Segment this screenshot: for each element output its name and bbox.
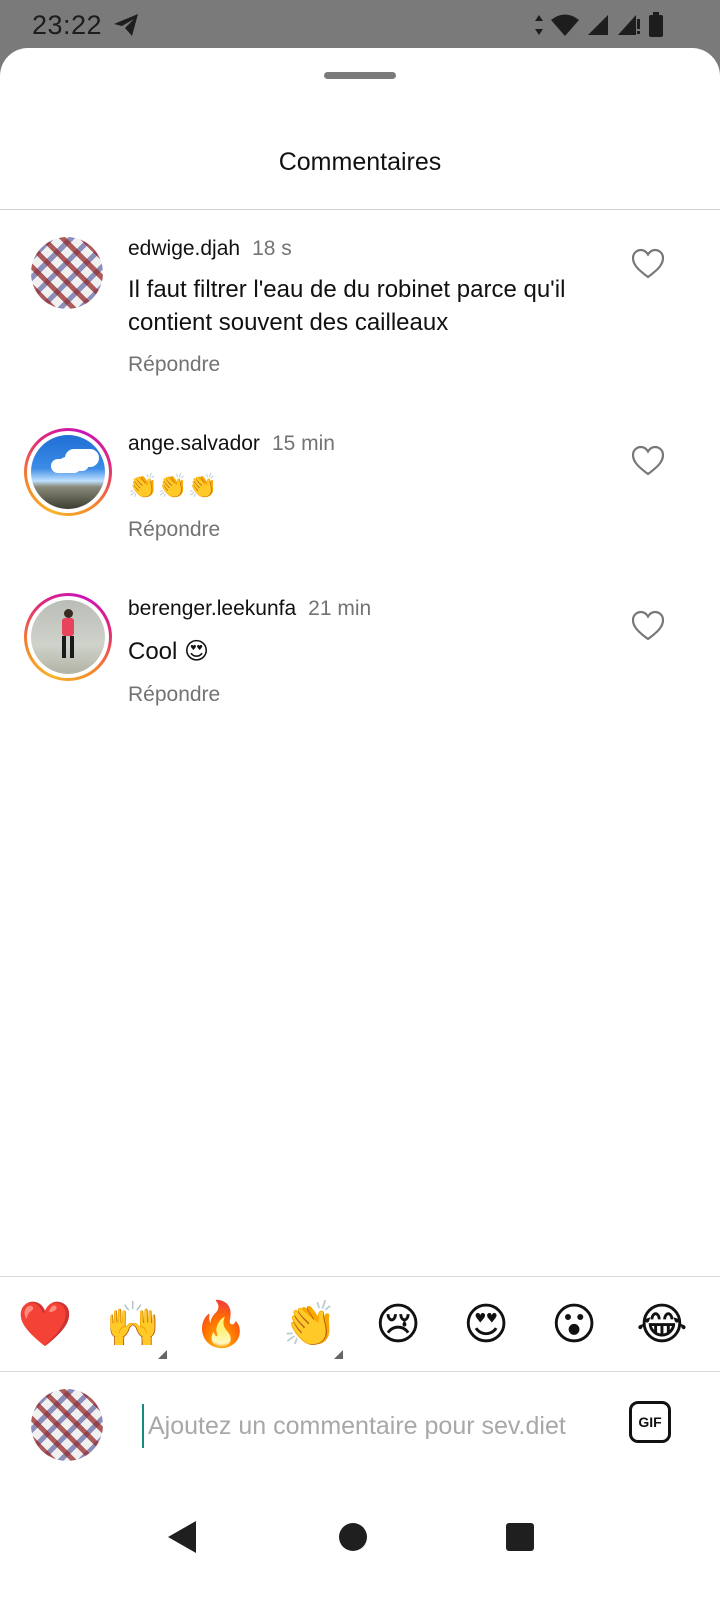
comment-timestamp: 15 min bbox=[271, 432, 335, 455]
reaction-heart[interactable]: ❤️ bbox=[17, 1297, 73, 1353]
avatar[interactable] bbox=[24, 593, 112, 681]
comment-input[interactable] bbox=[142, 1404, 608, 1448]
reply-button[interactable]: Répondre bbox=[128, 353, 220, 377]
comment-timestamp: 21 min bbox=[308, 597, 372, 620]
avatar[interactable] bbox=[24, 428, 112, 516]
comment-text: Cool 😍 bbox=[128, 638, 210, 665]
reaction-crying[interactable]: 😢 bbox=[370, 1297, 426, 1353]
status-bar: 23:22 bbox=[0, 0, 720, 50]
reaction-laughing[interactable]: 😂 bbox=[634, 1297, 690, 1353]
reaction-surprised[interactable]: 😮 bbox=[546, 1297, 602, 1353]
reply-button[interactable]: Répondre bbox=[128, 518, 220, 542]
data-arrows-icon bbox=[534, 14, 544, 41]
comment-username[interactable]: edwige.djah bbox=[128, 237, 240, 260]
status-time: 23:22 bbox=[32, 10, 103, 40]
comment-username[interactable]: ange.salvador bbox=[128, 432, 260, 455]
navigation-bar bbox=[0, 1478, 720, 1600]
skin-tone-indicator bbox=[158, 1350, 167, 1359]
home-icon[interactable] bbox=[339, 1523, 367, 1551]
comment-header: berenger.leekunfa 21 min bbox=[128, 597, 371, 621]
wifi-icon bbox=[550, 13, 580, 42]
reaction-raising-hands[interactable]: 🙌 bbox=[105, 1297, 161, 1353]
reaction-bar: ❤️ 🙌 🔥 👏 😢 😍 😮 😂 bbox=[0, 1277, 720, 1371]
comment-header: ange.salvador 15 min bbox=[128, 432, 335, 456]
comments-sheet: Commentaires edwige.djah 18 s Il faut fil… bbox=[0, 48, 720, 1600]
avatar-image bbox=[31, 237, 103, 309]
comment-item: berenger.leekunfa 21 min Cool 😍 Répondre bbox=[0, 593, 720, 733]
battery-icon bbox=[648, 12, 664, 43]
header-divider bbox=[0, 209, 720, 210]
drag-handle[interactable] bbox=[324, 72, 396, 79]
reaction-fire[interactable]: 🔥 bbox=[193, 1297, 249, 1353]
back-icon[interactable] bbox=[168, 1521, 196, 1553]
comment-username[interactable]: berenger.leekunfa bbox=[128, 597, 296, 620]
comment-text: 👏👏👏 bbox=[128, 472, 218, 500]
avatar-image bbox=[31, 435, 105, 509]
composer-avatar bbox=[31, 1389, 103, 1461]
heart-icon[interactable] bbox=[631, 445, 665, 477]
comment-timestamp: 18 s bbox=[252, 237, 292, 260]
telegram-icon bbox=[112, 12, 140, 43]
status-icons bbox=[534, 12, 664, 43]
comment-text: Il faut filtrer l'eau de du robinet parc… bbox=[128, 276, 566, 336]
signal-alert-icon bbox=[616, 13, 642, 42]
reaction-clapping[interactable]: 👏 bbox=[282, 1297, 338, 1353]
input-divider bbox=[0, 1371, 720, 1372]
comment-item: edwige.djah 18 s Il faut filtrer l'eau de… bbox=[0, 233, 720, 393]
sheet-title: Commentaires bbox=[278, 148, 442, 176]
avatar-image bbox=[31, 600, 105, 674]
heart-icon[interactable] bbox=[631, 248, 665, 280]
reaction-heart-eyes[interactable]: 😍 bbox=[458, 1297, 514, 1353]
signal-icon bbox=[586, 13, 610, 42]
heart-icon[interactable] bbox=[631, 610, 665, 642]
comment-header: edwige.djah 18 s bbox=[128, 237, 292, 261]
avatar[interactable] bbox=[31, 237, 103, 309]
skin-tone-indicator bbox=[334, 1350, 343, 1359]
recents-icon[interactable] bbox=[506, 1523, 534, 1551]
reply-button[interactable]: Répondre bbox=[128, 683, 220, 707]
comment-item: ange.salvador 15 min 👏👏👏 Répondre bbox=[0, 428, 720, 568]
gif-button[interactable]: GIF bbox=[629, 1401, 671, 1443]
